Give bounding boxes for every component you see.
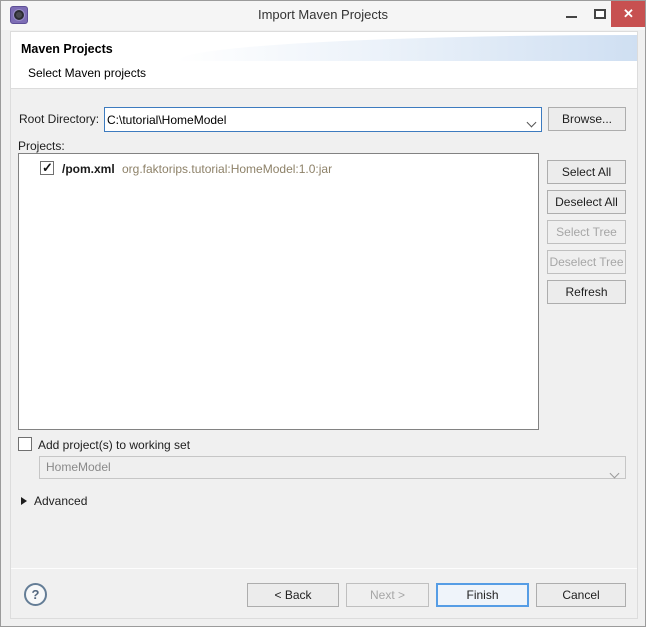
chevron-down-icon[interactable] [528,115,535,129]
footer-separator [11,568,637,569]
project-path: /pom.xml [62,162,115,176]
working-set-combo: HomeModel [39,456,626,479]
cancel-button[interactable]: Cancel [536,583,626,607]
working-set-label[interactable]: Add project(s) to working set [38,438,190,452]
title-bar: Import Maven Projects ✕ [1,1,645,30]
advanced-expander-icon[interactable] [21,497,27,505]
wizard-header: Maven Projects Select Maven projects [10,31,638,89]
next-button: Next > [346,583,429,607]
select-tree-button: Select Tree [547,220,626,244]
minimize-button[interactable] [557,1,587,27]
banner-swoosh [177,35,637,61]
close-button[interactable]: ✕ [611,1,646,27]
refresh-button[interactable]: Refresh [547,280,626,304]
browse-button[interactable]: Browse... [548,107,626,131]
check-icon: ✓ [42,160,53,176]
working-set-checkbox[interactable] [18,437,32,451]
root-directory-combo[interactable] [104,107,542,132]
projects-label: Projects: [18,139,65,153]
project-artifact: org.faktorips.tutorial:HomeModel:1.0:jar [122,162,332,176]
working-set-combo-value: HomeModel [46,460,111,474]
page-title: Maven Projects [21,42,113,56]
chevron-down-icon [611,463,618,484]
projects-list[interactable]: ✓ /pom.xml org.faktorips.tutorial:HomeMo… [18,153,539,430]
import-maven-projects-dialog: Import Maven Projects ✕ Maven Projects S… [0,0,646,627]
project-checkbox[interactable]: ✓ [40,161,54,175]
window-title: Import Maven Projects [1,7,645,22]
maximize-icon [594,9,606,19]
back-button[interactable]: < Back [247,583,339,607]
root-directory-label: Root Directory: [19,112,99,126]
deselect-all-button[interactable]: Deselect All [547,190,626,214]
root-directory-input[interactable] [107,109,512,130]
page-subtitle: Select Maven projects [28,66,146,80]
list-item[interactable]: ✓ /pom.xml org.faktorips.tutorial:HomeMo… [19,158,538,180]
deselect-tree-button: Deselect Tree [547,250,626,274]
finish-button[interactable]: Finish [436,583,529,607]
select-all-button[interactable]: Select All [547,160,626,184]
advanced-expander-label[interactable]: Advanced [34,494,87,508]
maximize-button[interactable] [587,1,613,27]
help-button[interactable]: ? [24,583,47,606]
minimize-icon [566,16,577,18]
